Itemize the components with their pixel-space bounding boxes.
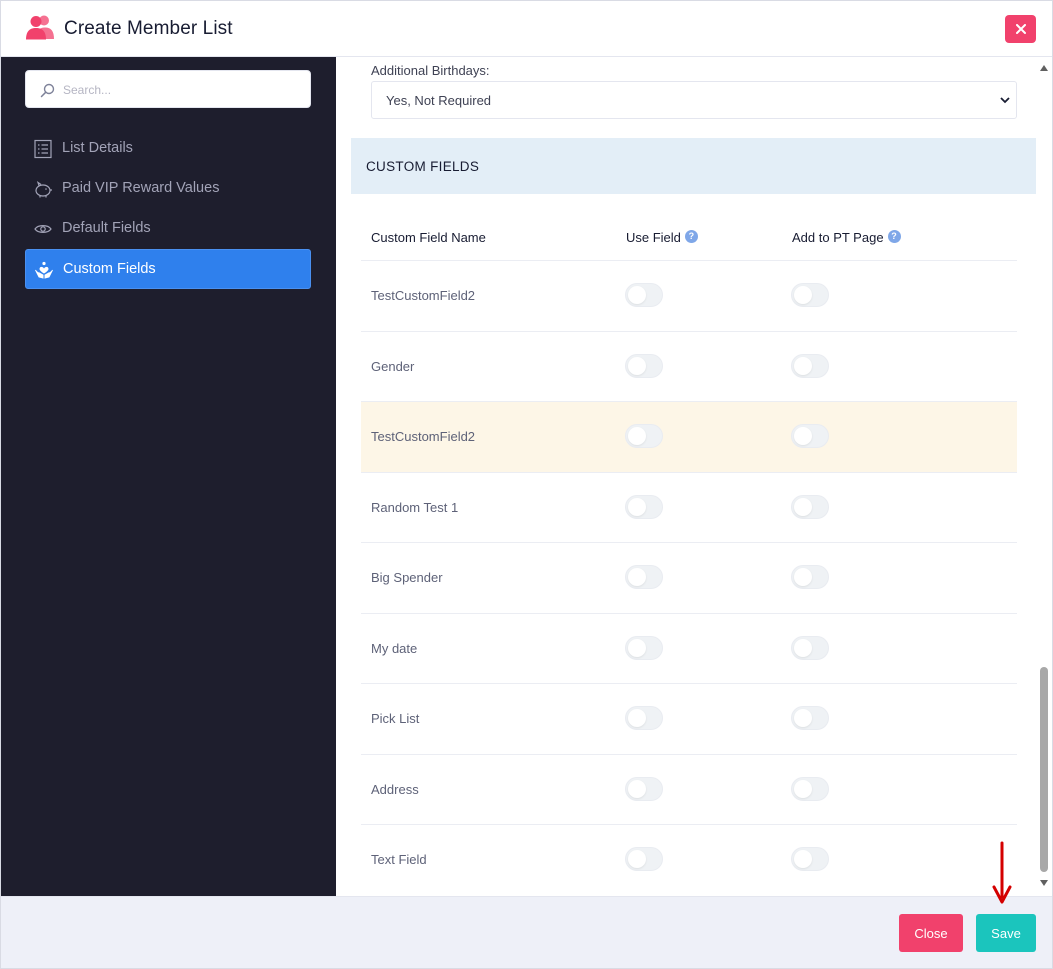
use-field-toggle[interactable] xyxy=(625,424,663,448)
list-icon xyxy=(33,139,53,159)
table-row: Random Test 1 xyxy=(361,473,1017,543)
table-row: Text Field xyxy=(361,825,1017,896)
hands-heart-icon xyxy=(34,260,54,280)
table-row: Pick List xyxy=(361,684,1017,755)
custom-field-name: TestCustomField2 xyxy=(371,288,476,303)
add-to-pt-page-toggle[interactable] xyxy=(791,776,829,801)
table-row: TestCustomField2 xyxy=(361,261,1017,332)
use-field-toggle[interactable] xyxy=(625,353,663,378)
use-field-toggle[interactable] xyxy=(625,776,663,801)
custom-fields-table: Custom Field Name Use Field? Add to PT P… xyxy=(361,215,1017,896)
add-to-pt-page-toggle[interactable] xyxy=(791,283,829,307)
table-row: TestCustomField2 xyxy=(361,402,1017,473)
help-icon[interactable]: ? xyxy=(887,230,901,243)
table-row: Gender xyxy=(361,332,1017,402)
sidebar-nav: List Details Paid VIP Reward Values Defa… xyxy=(25,129,311,289)
use-field-toggle[interactable] xyxy=(625,565,663,589)
sidebar-item-label: List Details xyxy=(62,140,133,156)
annotation-arrow-icon xyxy=(992,841,1012,904)
custom-field-name: TestCustomField2 xyxy=(371,429,476,444)
main-content: Additional Birthdays: Yes, Not Required … xyxy=(336,57,1036,896)
custom-field-name: Text Field xyxy=(371,852,427,867)
sidebar-item-custom-fields[interactable]: Custom Fields xyxy=(25,249,311,289)
custom-field-name: Gender xyxy=(371,358,415,374)
additional-birthdays-select[interactable]: Yes, Not Required xyxy=(371,81,1017,119)
table-row: Big Spender xyxy=(361,543,1017,614)
sidebar: List Details Paid VIP Reward Values xyxy=(1,57,336,896)
modal-footer: Close Save xyxy=(1,896,1052,968)
custom-field-name: My date xyxy=(371,640,418,656)
column-header-field-name: Custom Field Name xyxy=(371,230,486,245)
add-to-pt-page-toggle[interactable] xyxy=(791,706,829,730)
users-icon xyxy=(25,14,55,40)
close-button[interactable]: Close xyxy=(899,914,963,952)
add-to-pt-page-toggle[interactable] xyxy=(791,635,829,660)
table-header: Custom Field Name Use Field? Add to PT P… xyxy=(361,215,1017,261)
table-row: Address xyxy=(361,755,1017,825)
add-to-pt-page-toggle[interactable] xyxy=(791,424,829,448)
sidebar-item-label: Custom Fields xyxy=(63,261,156,277)
add-to-pt-page-toggle[interactable] xyxy=(791,565,829,589)
scroll-up-arrow-icon[interactable] xyxy=(1040,65,1048,71)
additional-birthdays-label: Additional Birthdays: xyxy=(371,63,490,78)
sidebar-search[interactable] xyxy=(25,70,311,108)
custom-field-name: Random Test 1 xyxy=(371,499,459,515)
table-row: My date xyxy=(361,614,1017,684)
select-value: Yes, Not Required xyxy=(386,92,492,108)
column-header-add-to-pt-page: Add to PT Page? xyxy=(792,230,901,245)
sidebar-item-label: Paid VIP Reward Values xyxy=(62,180,220,196)
modal-header: Create Member List xyxy=(1,1,1052,57)
modal-close-button[interactable] xyxy=(1005,15,1036,43)
close-icon xyxy=(1015,24,1026,34)
scrollbar-thumb[interactable] xyxy=(1040,667,1048,872)
use-field-toggle[interactable] xyxy=(625,283,663,307)
use-field-toggle[interactable] xyxy=(625,635,663,660)
use-field-toggle[interactable] xyxy=(625,494,663,519)
modal-title: Create Member List xyxy=(64,18,233,39)
search-icon xyxy=(40,83,55,98)
use-field-toggle[interactable] xyxy=(625,847,663,871)
create-member-list-modal: Create Member List Li xyxy=(0,0,1053,969)
column-header-use-field: Use Field? xyxy=(626,230,698,245)
search-input[interactable] xyxy=(63,80,303,100)
add-to-pt-page-toggle[interactable] xyxy=(791,847,829,871)
sidebar-item-default-fields[interactable]: Default Fields xyxy=(25,209,311,249)
add-to-pt-page-toggle[interactable] xyxy=(791,494,829,519)
chevron-down-icon xyxy=(1000,97,1010,104)
help-icon[interactable]: ? xyxy=(684,230,698,243)
custom-fields-section-header: CUSTOM FIELDS xyxy=(351,138,1036,194)
section-title: CUSTOM FIELDS xyxy=(366,159,480,174)
main-scrollbar[interactable] xyxy=(1036,57,1052,896)
custom-field-name: Pick List xyxy=(371,711,420,726)
sidebar-item-paid-vip-reward-values[interactable]: Paid VIP Reward Values xyxy=(25,169,311,209)
use-field-toggle[interactable] xyxy=(625,706,663,730)
custom-fields-panel: Additional Birthdays: Yes, Not Required … xyxy=(351,57,1036,896)
add-to-pt-page-toggle[interactable] xyxy=(791,353,829,378)
custom-field-name: Big Spender xyxy=(371,570,443,585)
sidebar-item-list-details[interactable]: List Details xyxy=(25,129,311,169)
sidebar-item-label: Default Fields xyxy=(62,220,151,236)
custom-field-name: Address xyxy=(371,781,419,797)
piggy-bank-icon xyxy=(33,179,53,199)
save-button[interactable]: Save xyxy=(976,914,1036,952)
scroll-down-arrow-icon[interactable] xyxy=(1040,880,1048,886)
eye-icon xyxy=(33,219,53,239)
